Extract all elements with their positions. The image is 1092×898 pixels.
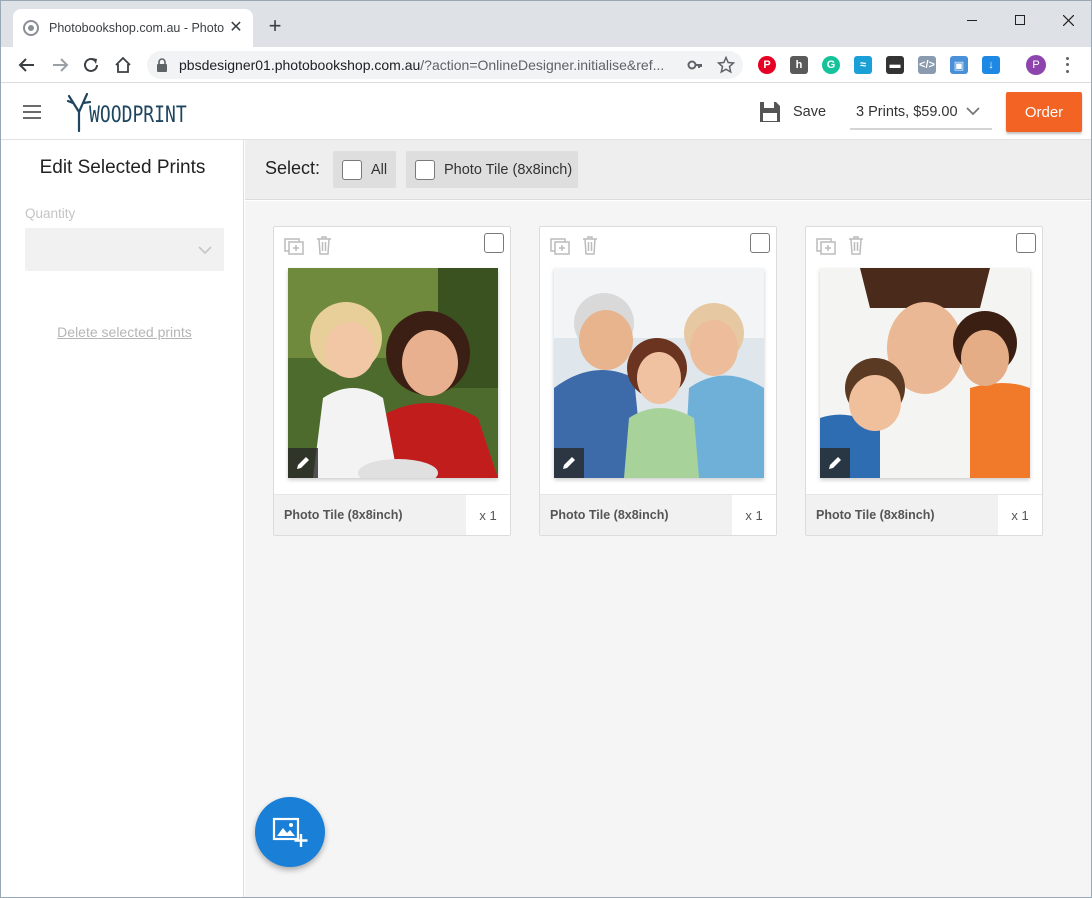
cart-summary-label: 3 Prints, $59.00 [856,104,958,120]
select-type-label: Photo Tile (8x8inch) [444,161,573,178]
tab-title: Photobookshop.com.au - Photo T [49,21,227,35]
cart-summary-dropdown[interactable]: 3 Prints, $59.00 [850,96,992,130]
print-name: Photo Tile (8x8inch) [284,508,403,522]
print-photo[interactable] [554,268,764,478]
order-button[interactable]: Order [1006,92,1082,132]
browser-menu-icon[interactable] [1059,55,1075,75]
minimize-window-icon[interactable] [949,7,995,33]
select-all-checkbox[interactable] [342,159,362,180]
select-all-label: All [371,161,388,178]
download-extension-icon[interactable]: ↓ [982,56,1000,74]
trash-icon[interactable] [580,235,600,255]
browser-toolbar: pbsdesigner01.photobookshop.com.au/?acti… [1,47,1091,83]
print-quantity[interactable]: x 1 [466,495,510,535]
pinterest-extension-icon[interactable]: P [758,56,776,74]
print-select-checkbox[interactable] [484,233,504,253]
mask-extension-icon[interactable]: ▬ [886,56,904,74]
print-quantity[interactable]: x 1 [998,495,1042,535]
address-bar[interactable]: pbsdesigner01.photobookshop.com.au/?acti… [147,51,743,79]
close-window-icon[interactable] [1045,7,1091,33]
chevron-down-icon [198,246,212,255]
url-text: pbsdesigner01.photobookshop.com.au/?acti… [179,57,665,73]
trash-icon[interactable] [314,235,334,255]
photo-grandparents-girl [554,268,764,478]
print-card[interactable]: Photo Tile (8x8inch) x 1 [273,226,511,536]
photo-three-faces [820,268,1030,478]
duplicate-icon[interactable] [284,235,304,255]
print-footer: Photo Tile (8x8inch) x 1 [540,494,776,535]
logo-text: WOODPRINT [89,103,187,128]
print-card[interactable]: Photo Tile (8x8inch) x 1 [539,226,777,536]
select-type-chip[interactable]: Photo Tile (8x8inch) [406,151,578,188]
print-photo[interactable] [820,268,1030,478]
select-bar: Select: All Photo Tile (8x8inch) [245,140,1091,200]
save-button[interactable]: Save [759,99,826,125]
select-type-checkbox[interactable] [415,159,435,180]
hamburger-menu-icon[interactable] [23,105,41,119]
print-quantity[interactable]: x 1 [732,495,776,535]
duplicate-icon[interactable] [550,235,570,255]
edit-photo-button[interactable] [288,448,318,478]
lock-icon [157,58,167,72]
add-photo-button[interactable] [255,797,325,867]
pencil-icon [297,457,309,469]
key-icon[interactable] [687,57,703,73]
photo-mother-daughter [288,268,498,478]
app-header: WOODPRINT Save 3 Prints, $59.00 Order [1,84,1091,140]
print-footer: Photo Tile (8x8inch) x 1 [806,494,1042,535]
print-footer: Photo Tile (8x8inch) x 1 [274,494,510,535]
print-name: Photo Tile (8x8inch) [816,508,935,522]
forward-icon[interactable] [48,53,72,77]
select-all-chip[interactable]: All [333,151,396,188]
print-photo[interactable] [288,268,498,478]
add-image-icon [272,817,308,847]
browser-window: Photobookshop.com.au - Photo T ✕ + pbsde… [0,0,1092,898]
prints-canvas: Photo Tile (8x8inch) x 1 Photo Tile (8x8… [245,201,1091,897]
site-favicon-icon [23,20,39,36]
reload-icon[interactable] [79,53,103,77]
new-tab-icon[interactable]: + [263,15,287,39]
delete-selected-link[interactable]: Delete selected prints [1,324,248,340]
edit-photo-button[interactable] [820,448,850,478]
save-label: Save [793,104,827,120]
quantity-select[interactable] [25,228,224,271]
pencil-icon [829,457,841,469]
back-icon[interactable] [15,53,39,77]
duplicate-icon[interactable] [816,235,836,255]
pencil-icon [563,457,575,469]
print-select-checkbox[interactable] [1016,233,1036,253]
edit-photo-button[interactable] [554,448,584,478]
print-name: Photo Tile (8x8inch) [550,508,669,522]
chevron-down-icon [966,107,980,116]
trash-icon[interactable] [846,235,866,255]
profile-avatar[interactable]: P [1026,55,1046,75]
home-icon[interactable] [111,53,135,77]
select-label: Select: [265,158,321,178]
woodprint-logo[interactable]: WOODPRINT [65,90,208,132]
quantity-label: Quantity [25,206,76,221]
panel-title: Edit Selected Prints [39,157,206,178]
bookmark-star-icon[interactable] [717,56,735,74]
print-select-checkbox[interactable] [750,233,770,253]
close-tab-icon[interactable]: ✕ [227,19,245,37]
browser-tab[interactable]: Photobookshop.com.au - Photo T ✕ [13,9,253,47]
print-card[interactable]: Photo Tile (8x8inch) x 1 [805,226,1043,536]
wing-extension-icon[interactable]: ≈ [854,56,872,74]
save-disk-icon [760,102,780,122]
edit-prints-panel: Edit Selected Prints Quantity Delete sel… [1,140,244,897]
hubspot-extension-icon[interactable]: h [790,56,808,74]
maximize-window-icon[interactable] [997,7,1043,33]
screenshot-extension-icon[interactable]: ▣ [950,56,968,74]
grammarly-extension-icon[interactable]: G [822,56,840,74]
code-extension-icon[interactable]: </> [918,56,936,74]
tab-strip: Photobookshop.com.au - Photo T ✕ + [1,1,1091,47]
